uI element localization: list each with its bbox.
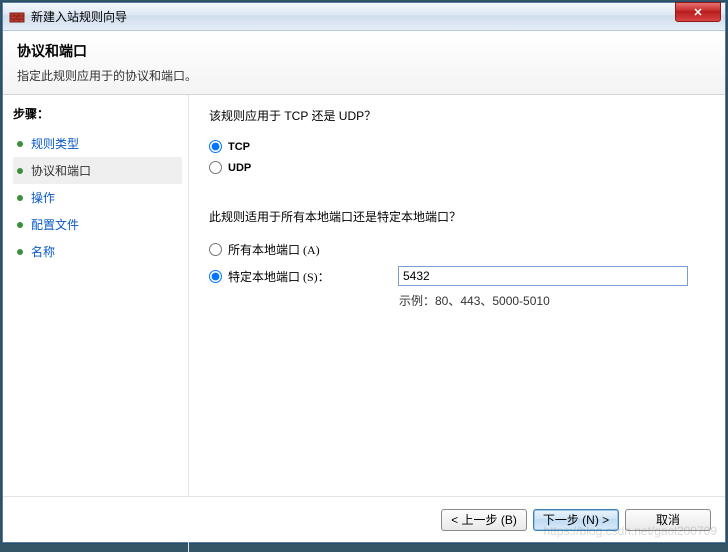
radio-all-ports[interactable] bbox=[209, 243, 222, 256]
radio-specific-ports[interactable] bbox=[209, 270, 222, 283]
step-bullet-icon bbox=[17, 195, 23, 201]
steps-label: 步骤： bbox=[13, 105, 182, 122]
wizard-header: 协议和端口 指定此规则应用于的协议和端口。 bbox=[3, 31, 725, 95]
radio-tcp-label[interactable]: TCP bbox=[228, 141, 250, 153]
radio-udp[interactable] bbox=[209, 161, 222, 174]
wizard-footer: < 上一步 (B) 下一步 (N) > 取消 bbox=[3, 496, 725, 542]
port-question: 此规则适用于所有本地端口还是特定本地端口？ bbox=[209, 208, 705, 225]
step-label: 名称 bbox=[31, 243, 55, 260]
next-button-label: 下一步 (N) > bbox=[543, 511, 609, 528]
radio-specific-ports-row: 特定本地端口 (S)： bbox=[209, 266, 705, 286]
step-bullet-icon bbox=[17, 222, 23, 228]
step-rule-type[interactable]: 规则类型 bbox=[13, 130, 182, 157]
radio-udp-row: UDP bbox=[209, 161, 705, 174]
firewall-icon bbox=[9, 9, 25, 25]
step-profile[interactable]: 配置文件 bbox=[13, 211, 182, 238]
step-label: 操作 bbox=[31, 189, 55, 206]
radio-tcp-row: TCP bbox=[209, 140, 705, 153]
titlebar: 新建入站规则向导 ✕ bbox=[3, 3, 725, 31]
step-bullet-icon bbox=[17, 141, 23, 147]
steps-panel: 步骤： 规则类型 协议和端口 操作 配置文件 名称 bbox=[3, 95, 189, 552]
radio-all-ports-label[interactable]: 所有本地端口 (A) bbox=[228, 241, 398, 258]
step-label: 规则类型 bbox=[31, 135, 79, 152]
page-title: 协议和端口 bbox=[17, 41, 711, 61]
protocol-question: 该规则应用于 TCP 还是 UDP？ bbox=[209, 107, 705, 124]
radio-udp-label[interactable]: UDP bbox=[228, 162, 251, 174]
radio-tcp[interactable] bbox=[209, 140, 222, 153]
back-button[interactable]: < 上一步 (B) bbox=[441, 509, 527, 531]
step-label: 协议和端口 bbox=[31, 162, 91, 179]
wizard-window: 新建入站规则向导 ✕ 协议和端口 指定此规则应用于的协议和端口。 步骤： 规则类… bbox=[2, 2, 726, 543]
step-label: 配置文件 bbox=[31, 216, 79, 233]
radio-specific-ports-label[interactable]: 特定本地端口 (S)： bbox=[228, 268, 398, 285]
page-subtitle: 指定此规则应用于的协议和端口。 bbox=[17, 67, 711, 84]
close-button[interactable]: ✕ bbox=[675, 2, 721, 22]
close-icon: ✕ bbox=[693, 6, 702, 19]
window-title: 新建入站规则向导 bbox=[31, 8, 127, 25]
port-example: 示例：80、443、5000-5010 bbox=[399, 292, 705, 309]
next-button[interactable]: 下一步 (N) > bbox=[533, 509, 619, 531]
step-bullet-icon bbox=[17, 249, 23, 255]
cancel-button[interactable]: 取消 bbox=[625, 509, 711, 531]
step-bullet-icon bbox=[17, 168, 23, 174]
cancel-button-label: 取消 bbox=[656, 511, 680, 528]
step-protocol-port[interactable]: 协议和端口 bbox=[13, 157, 182, 184]
step-name[interactable]: 名称 bbox=[13, 238, 182, 265]
radio-all-ports-row: 所有本地端口 (A) bbox=[209, 241, 705, 258]
step-action[interactable]: 操作 bbox=[13, 184, 182, 211]
port-input[interactable] bbox=[398, 266, 688, 286]
back-button-label: < 上一步 (B) bbox=[451, 511, 517, 528]
content-panel: 该规则应用于 TCP 还是 UDP？ TCP UDP 此规则适用于所有本地端口还… bbox=[189, 95, 725, 552]
wizard-body: 步骤： 规则类型 协议和端口 操作 配置文件 名称 bbox=[3, 95, 725, 552]
